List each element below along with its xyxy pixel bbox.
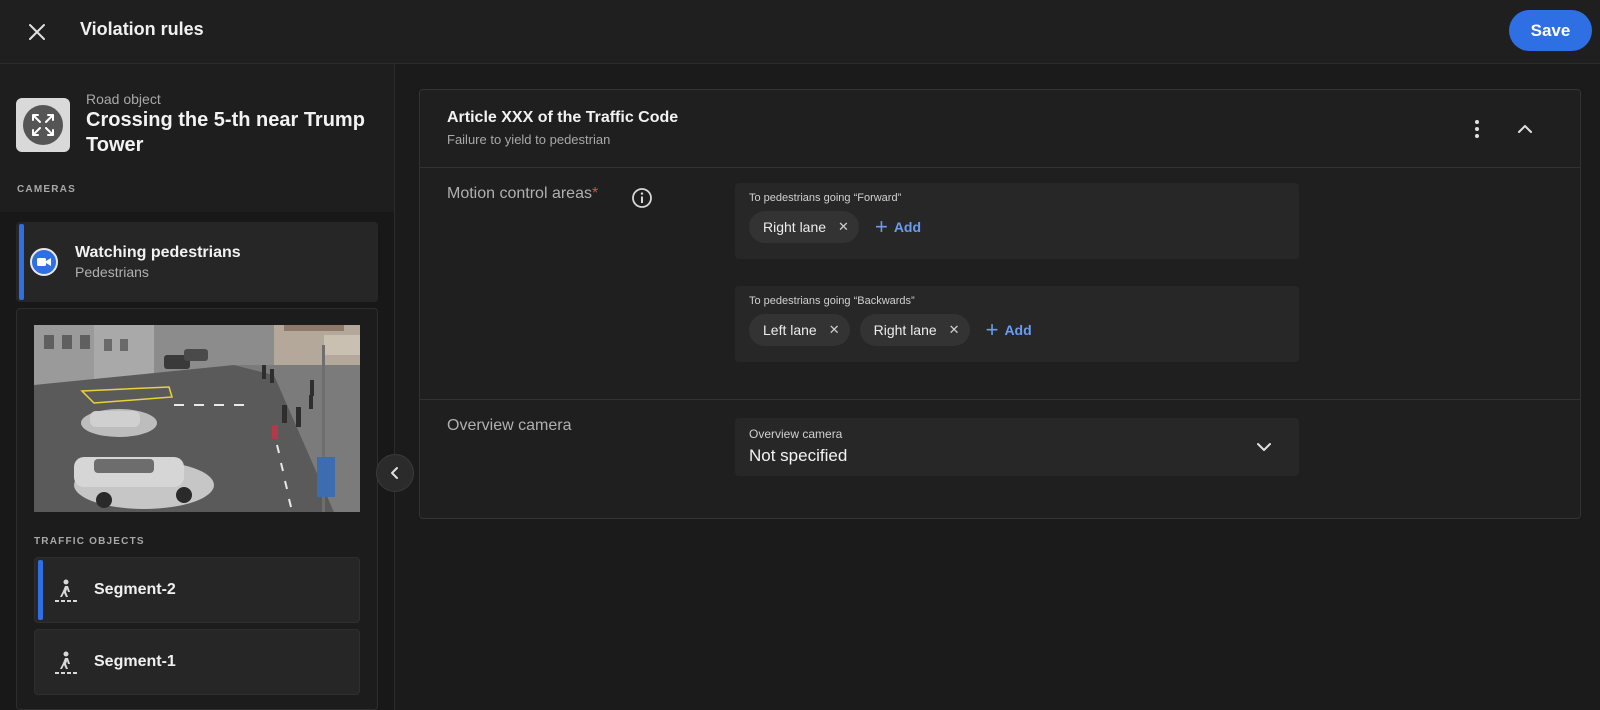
camera-subtitle: Pedestrians bbox=[75, 264, 149, 280]
selection-indicator bbox=[38, 560, 43, 620]
forward-chip-list: Right lane ✕ + Add bbox=[749, 211, 927, 243]
traffic-objects-label: TRAFFIC OBJECTS bbox=[34, 536, 145, 547]
close-button[interactable] bbox=[22, 17, 52, 47]
camera-list: Watching pedestrians Pedestrians TRAFFIC… bbox=[0, 212, 394, 710]
main-content: Article XXX of the Traffic Code Failure … bbox=[395, 64, 1600, 710]
required-marker: * bbox=[591, 185, 599, 202]
select-value: Not specified bbox=[749, 446, 848, 465]
segment-label: Segment-1 bbox=[94, 653, 176, 670]
lane-chip: Right lane ✕ bbox=[749, 211, 859, 243]
motion-control-areas-label: Motion control areas* bbox=[447, 185, 599, 202]
backward-area-field: To pedestrians going “Backwards” Left la… bbox=[735, 286, 1299, 362]
rule-card: Article XXX of the Traffic Code Failure … bbox=[419, 89, 1581, 519]
segment-label: Segment-2 bbox=[94, 581, 176, 598]
forward-area-field: To pedestrians going “Forward” Right lan… bbox=[735, 183, 1299, 259]
collapse-rule-button[interactable] bbox=[1512, 116, 1538, 142]
chip-label: Left lane bbox=[763, 322, 817, 338]
page-title: Violation rules bbox=[80, 19, 204, 39]
app-window: Violation rules Save Road object Crossin… bbox=[0, 0, 1600, 710]
pedestrian-crossing-icon bbox=[55, 579, 77, 602]
sidebar-toggle-button[interactable] bbox=[376, 454, 414, 492]
video-camera-icon bbox=[37, 258, 51, 266]
add-label: Add bbox=[1004, 322, 1032, 338]
selection-indicator bbox=[19, 224, 24, 300]
camera-preview-image bbox=[34, 325, 360, 512]
pedestrian-crossing-icon bbox=[55, 651, 77, 674]
close-icon bbox=[29, 24, 45, 40]
camera-name: Watching pedestrians bbox=[75, 244, 241, 261]
road-object-label: Road object bbox=[86, 91, 161, 107]
remove-chip-icon[interactable]: ✕ bbox=[829, 322, 840, 338]
more-options-button[interactable] bbox=[1465, 114, 1489, 144]
top-bar: Violation rules Save bbox=[0, 0, 1600, 64]
overview-camera-label: Overview camera bbox=[447, 417, 572, 434]
remove-chip-icon[interactable]: ✕ bbox=[949, 322, 960, 338]
select-label: Overview camera bbox=[749, 427, 843, 441]
chevron-down-icon bbox=[1257, 443, 1271, 451]
more-vertical-icon bbox=[1475, 120, 1479, 138]
rule-title: Article XXX of the Traffic Code bbox=[447, 109, 679, 126]
camera-item-watching-pedestrians[interactable]: Watching pedestrians Pedestrians bbox=[16, 222, 378, 302]
chip-label: Right lane bbox=[763, 219, 827, 235]
info-icon[interactable] bbox=[631, 187, 653, 209]
plus-icon: + bbox=[985, 317, 999, 342]
add-label: Add bbox=[893, 219, 922, 235]
backward-chip-list: Left lane ✕ Right lane ✕ + Add bbox=[749, 314, 1038, 346]
segment-item-segment-2[interactable]: Segment-2 bbox=[34, 557, 360, 623]
plus-icon: + bbox=[874, 214, 888, 239]
rule-card-header: Article XXX of the Traffic Code Failure … bbox=[420, 90, 1580, 168]
chevron-left-icon bbox=[391, 467, 398, 479]
chip-label: Right lane bbox=[873, 322, 937, 338]
road-object-name: Crossing the 5-th near Trump Tower bbox=[86, 109, 365, 156]
lane-chip: Left lane ✕ bbox=[749, 314, 850, 346]
forward-area-title: To pedestrians going “Forward” bbox=[749, 192, 902, 204]
add-lane-button[interactable]: + Add bbox=[980, 317, 1038, 342]
expand-arrows-icon bbox=[32, 114, 54, 136]
road-object-thumbnail bbox=[16, 98, 70, 152]
backward-area-title: To pedestrians going “Backwards” bbox=[749, 295, 915, 307]
remove-chip-icon[interactable]: ✕ bbox=[838, 219, 849, 235]
chevron-up-icon bbox=[1518, 125, 1532, 133]
add-lane-button[interactable]: + Add bbox=[869, 214, 927, 239]
cameras-section-label: CAMERAS bbox=[17, 184, 76, 195]
segment-item-segment-1[interactable]: Segment-1 bbox=[34, 629, 360, 695]
camera-details-panel: TRAFFIC OBJECTS Segment-2 Segment-1 bbox=[16, 308, 378, 710]
section-divider bbox=[420, 399, 1580, 400]
camera-avatar bbox=[30, 248, 58, 276]
save-button[interactable]: Save bbox=[1509, 10, 1592, 51]
lane-chip: Right lane ✕ bbox=[859, 314, 970, 346]
sidebar: Road object Crossing the 5-th near Trump… bbox=[0, 64, 395, 710]
overview-camera-select[interactable]: Overview camera Not specified bbox=[735, 418, 1299, 476]
rule-subtitle: Failure to yield to pedestrian bbox=[447, 132, 611, 147]
